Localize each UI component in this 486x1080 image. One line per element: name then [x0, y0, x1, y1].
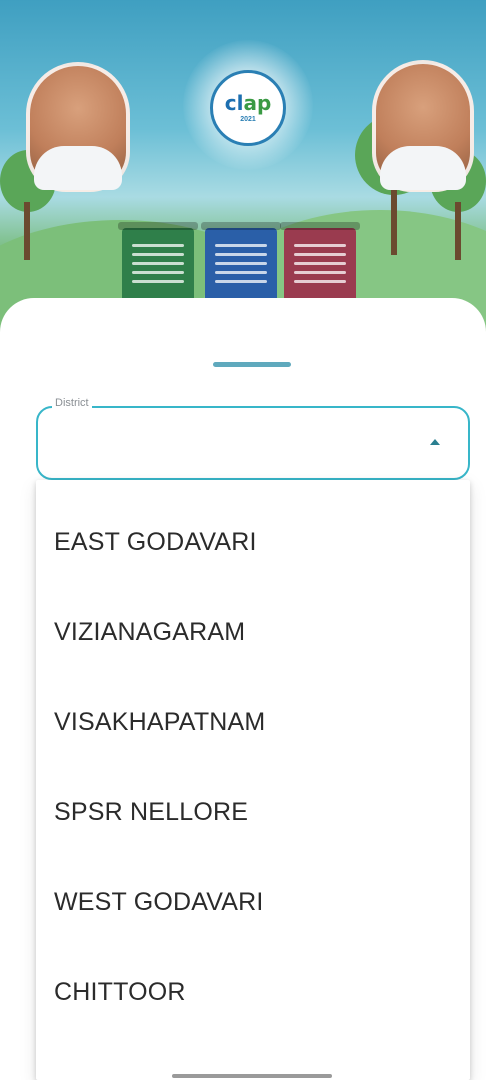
blue-dustbin-illustration	[201, 222, 281, 308]
district-option-west-godavari[interactable]: WEST GODAVARI	[36, 857, 470, 947]
district-option-visakhapatnam[interactable]: VISAKHAPATNAM	[36, 677, 470, 767]
logo-wordmark: clap	[224, 91, 272, 115]
district-option-vizianagaram[interactable]: VIZIANAGARAM	[36, 587, 470, 677]
district-dropdown[interactable]	[36, 406, 470, 480]
district-option-chittoor[interactable]: CHITTOOR	[36, 947, 470, 1037]
district-option-spsr-nellore[interactable]: SPSR NELLORE	[36, 767, 470, 857]
green-dustbin-illustration	[118, 222, 198, 308]
red-dustbin-illustration	[280, 222, 360, 308]
portrait-left	[26, 62, 130, 192]
district-field-label: District	[52, 396, 92, 410]
bottom-sheet: District EAST GODAVARI VIZIANAGARAM VISA…	[0, 298, 486, 1080]
caret-up-icon[interactable]	[430, 439, 440, 445]
district-option-east-godavari[interactable]: EAST GODAVARI	[36, 497, 470, 587]
home-indicator[interactable]	[172, 1074, 332, 1078]
header-banner-image: clap 2021	[0, 0, 486, 340]
clap-logo: clap 2021	[210, 70, 286, 146]
portrait-right	[372, 60, 474, 192]
sheet-drag-handle[interactable]	[213, 362, 291, 367]
logo-subtext: 2021	[240, 116, 256, 123]
district-options-menu: EAST GODAVARI VIZIANAGARAM VISAKHAPATNAM…	[36, 480, 470, 1080]
